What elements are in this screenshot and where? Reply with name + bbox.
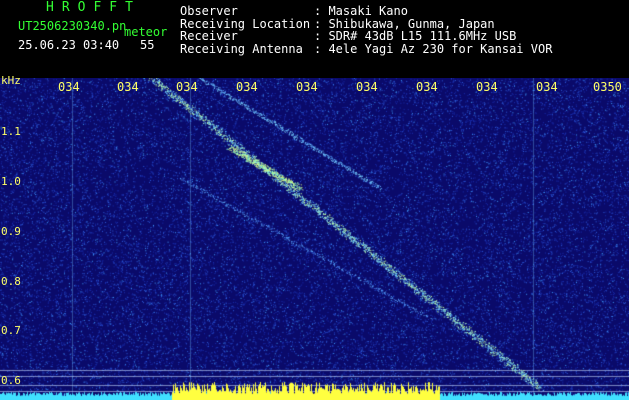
x-tick-label: 034 bbox=[236, 80, 258, 94]
x-tick-label: 034 bbox=[176, 80, 198, 94]
date-time: 25.06.23 03:40 bbox=[18, 38, 120, 52]
observer-value: : Masaki Kano bbox=[314, 4, 408, 18]
x-tick-label: 034 bbox=[536, 80, 558, 94]
y-tick-label: 0.8 bbox=[1, 275, 21, 288]
x-tick-label: 034 bbox=[476, 80, 498, 94]
app-title: HROFFT bbox=[46, 0, 141, 15]
header-panel: HROFFT UT2506230340.pn meteor 25.06.23 0… bbox=[0, 0, 629, 78]
field-labels: Observer Receiving Location Receiver Rec… bbox=[180, 5, 310, 55]
y-tick-label: 0.9 bbox=[1, 225, 21, 238]
x-tick-label: 034 bbox=[356, 80, 378, 94]
spectrogram-canvas bbox=[0, 78, 629, 400]
field-values: : Masaki Kano : Shibukawa, Gunma, Japan … bbox=[314, 5, 552, 55]
antenna-value: : 4ele Yagi Az 230 for Kansai VOR bbox=[314, 41, 553, 56]
x-tick-label: 034 bbox=[416, 80, 438, 94]
y-tick-label: 0.6 bbox=[1, 374, 21, 387]
observer-label: Observer bbox=[180, 4, 238, 18]
y-tick-label: 0.7 bbox=[1, 324, 21, 337]
x-tick-label: 0350 bbox=[593, 80, 622, 94]
x-tick-label: 034 bbox=[58, 80, 80, 94]
detection-count: 55 bbox=[140, 38, 155, 52]
y-axis-unit: kHz bbox=[1, 74, 21, 87]
x-tick-label: 034 bbox=[296, 80, 318, 94]
file-name: UT2506230340.pn bbox=[18, 19, 127, 33]
y-tick-label: 1.1 bbox=[1, 125, 21, 138]
y-tick-label: 1.0 bbox=[1, 175, 21, 188]
x-tick-label: 034 bbox=[117, 80, 139, 94]
receiver-label: Receiver bbox=[180, 29, 238, 43]
receiver-value: : SDR# 43dB L15 111.6MHz USB bbox=[314, 29, 517, 43]
antenna-label: Receiving Antenna bbox=[180, 41, 303, 56]
